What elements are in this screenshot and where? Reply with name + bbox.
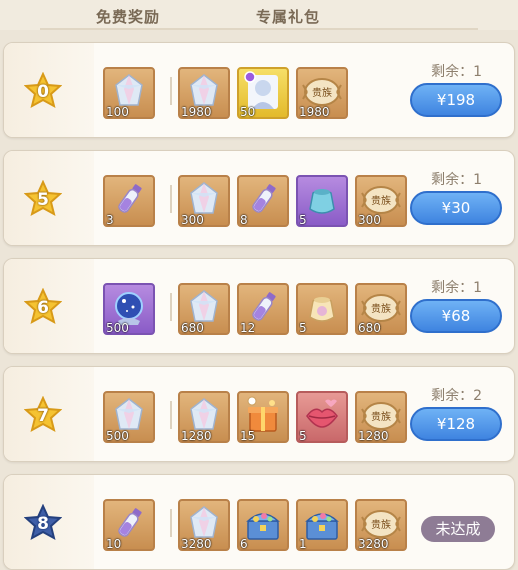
reward-row: 7 500 1280 15 5 贵族 1280 剩余：2 ¥128 bbox=[3, 366, 515, 462]
level-badge: 5 bbox=[23, 179, 63, 218]
item-quantity: 100 bbox=[106, 105, 129, 119]
item-quantity: 5 bbox=[299, 213, 307, 227]
svg-text:贵族: 贵族 bbox=[312, 86, 332, 99]
row-divider bbox=[170, 293, 172, 321]
level-badge: 0 bbox=[23, 71, 63, 110]
gift-item[interactable]: 50 bbox=[237, 67, 289, 119]
lips-icon bbox=[306, 399, 338, 428]
item-quantity: 300 bbox=[181, 213, 204, 227]
gift-item[interactable]: 680 bbox=[178, 283, 230, 335]
level-number: 0 bbox=[37, 82, 49, 102]
item-quantity: 15 bbox=[240, 429, 256, 443]
level-badge: 8 bbox=[23, 503, 63, 542]
not-reached-badge: 未达成 bbox=[421, 516, 495, 542]
treasure-chest-icon bbox=[305, 513, 339, 540]
svg-text:贵族: 贵族 bbox=[371, 194, 391, 207]
item-quantity: 680 bbox=[358, 321, 381, 335]
item-quantity: 8 bbox=[240, 213, 248, 227]
gift-item[interactable]: 300 bbox=[178, 175, 230, 227]
item-quantity: 10 bbox=[106, 537, 122, 551]
item-quantity: 5 bbox=[299, 429, 307, 443]
gift-item[interactable]: 3280 bbox=[178, 499, 230, 551]
free-reward-item[interactable]: 100 bbox=[103, 67, 155, 119]
item-quantity: 680 bbox=[181, 321, 204, 335]
level-badge: 7 bbox=[23, 395, 63, 434]
purchase-button[interactable]: ¥198 bbox=[410, 83, 502, 117]
gift-item[interactable]: 5 bbox=[296, 391, 348, 443]
row-divider bbox=[170, 185, 172, 213]
svg-text:贵族: 贵族 bbox=[371, 410, 391, 423]
pouch-icon bbox=[309, 297, 335, 322]
remaining-count: 剩余：2 bbox=[431, 388, 482, 404]
item-quantity: 1280 bbox=[181, 429, 212, 443]
item-quantity: 1 bbox=[299, 537, 307, 551]
svg-text:贵族: 贵族 bbox=[371, 518, 391, 531]
gift-item[interactable]: 5 bbox=[296, 283, 348, 335]
free-reward-item[interactable]: 500 bbox=[103, 391, 155, 443]
item-quantity: 500 bbox=[106, 321, 129, 335]
remaining-count: 剩余：1 bbox=[431, 64, 482, 80]
vial-icon bbox=[252, 184, 276, 213]
remaining-count: 剩余：1 bbox=[431, 172, 482, 188]
level-number: 8 bbox=[37, 514, 49, 534]
item-quantity: 3280 bbox=[358, 537, 389, 551]
pouch-icon bbox=[309, 189, 335, 214]
reward-row: 8 10 3280 6 1 贵族 3280 未达成 bbox=[3, 474, 515, 570]
free-reward-item[interactable]: 3 bbox=[103, 175, 155, 227]
svg-text:贵族: 贵族 bbox=[371, 302, 391, 315]
purchase-button[interactable]: ¥30 bbox=[410, 191, 502, 225]
item-quantity: 50 bbox=[240, 105, 256, 119]
gift-item[interactable]: 1 bbox=[296, 499, 348, 551]
item-quantity: 1980 bbox=[181, 105, 212, 119]
row-divider bbox=[170, 77, 172, 105]
remaining-count: 剩余：1 bbox=[431, 280, 482, 296]
level-number: 5 bbox=[37, 190, 49, 210]
reward-row: 5 3 300 8 5 贵族 300 剩余：1 ¥30 bbox=[3, 150, 515, 246]
gift-item[interactable]: 1980 bbox=[178, 67, 230, 119]
tab-free-rewards[interactable]: 免费奖励 bbox=[96, 6, 160, 27]
item-quantity: 500 bbox=[106, 429, 129, 443]
gift-item[interactable]: 贵族 1980 bbox=[296, 67, 348, 119]
gift-item[interactable]: 贵族 1280 bbox=[355, 391, 407, 443]
item-quantity: 300 bbox=[358, 213, 381, 227]
purchase-button[interactable]: ¥68 bbox=[410, 299, 502, 333]
purchase-button[interactable]: ¥128 bbox=[410, 407, 502, 441]
free-reward-item[interactable]: 500 bbox=[103, 283, 155, 335]
gift-item[interactable]: 贵族 300 bbox=[355, 175, 407, 227]
row-divider bbox=[170, 509, 172, 537]
row-divider bbox=[170, 401, 172, 429]
gift-item[interactable]: 12 bbox=[237, 283, 289, 335]
gift-item[interactable]: 8 bbox=[237, 175, 289, 227]
item-quantity: 1980 bbox=[299, 105, 330, 119]
tab-bar: 免费奖励 专属礼包 bbox=[0, 0, 518, 30]
gift-item[interactable]: 15 bbox=[237, 391, 289, 443]
item-quantity: 5 bbox=[299, 321, 307, 335]
tab-divider bbox=[40, 28, 478, 30]
item-quantity: 6 bbox=[240, 537, 248, 551]
vial-icon bbox=[118, 184, 142, 213]
reward-row: 6 500 680 12 5 贵族 680 剩余：1 ¥68 bbox=[3, 258, 515, 354]
tab-exclusive-gifts[interactable]: 专属礼包 bbox=[256, 6, 320, 27]
reward-row: 0 100 1980 50 贵族 1980 剩余：1 ¥198 bbox=[3, 42, 515, 138]
item-quantity: 3280 bbox=[181, 537, 212, 551]
treasure-chest-icon bbox=[246, 513, 280, 540]
level-number: 7 bbox=[37, 406, 49, 426]
item-quantity: 3 bbox=[106, 213, 114, 227]
gift-item[interactable]: 贵族 680 bbox=[355, 283, 407, 335]
gift-item[interactable]: 5 bbox=[296, 175, 348, 227]
gift-item[interactable]: 6 bbox=[237, 499, 289, 551]
level-number: 6 bbox=[37, 298, 49, 318]
gift-item[interactable]: 贵族 3280 bbox=[355, 499, 407, 551]
level-badge: 6 bbox=[23, 287, 63, 326]
free-reward-item[interactable]: 10 bbox=[103, 499, 155, 551]
gift-item[interactable]: 1280 bbox=[178, 391, 230, 443]
item-quantity: 1280 bbox=[358, 429, 389, 443]
item-quantity: 12 bbox=[240, 321, 256, 335]
